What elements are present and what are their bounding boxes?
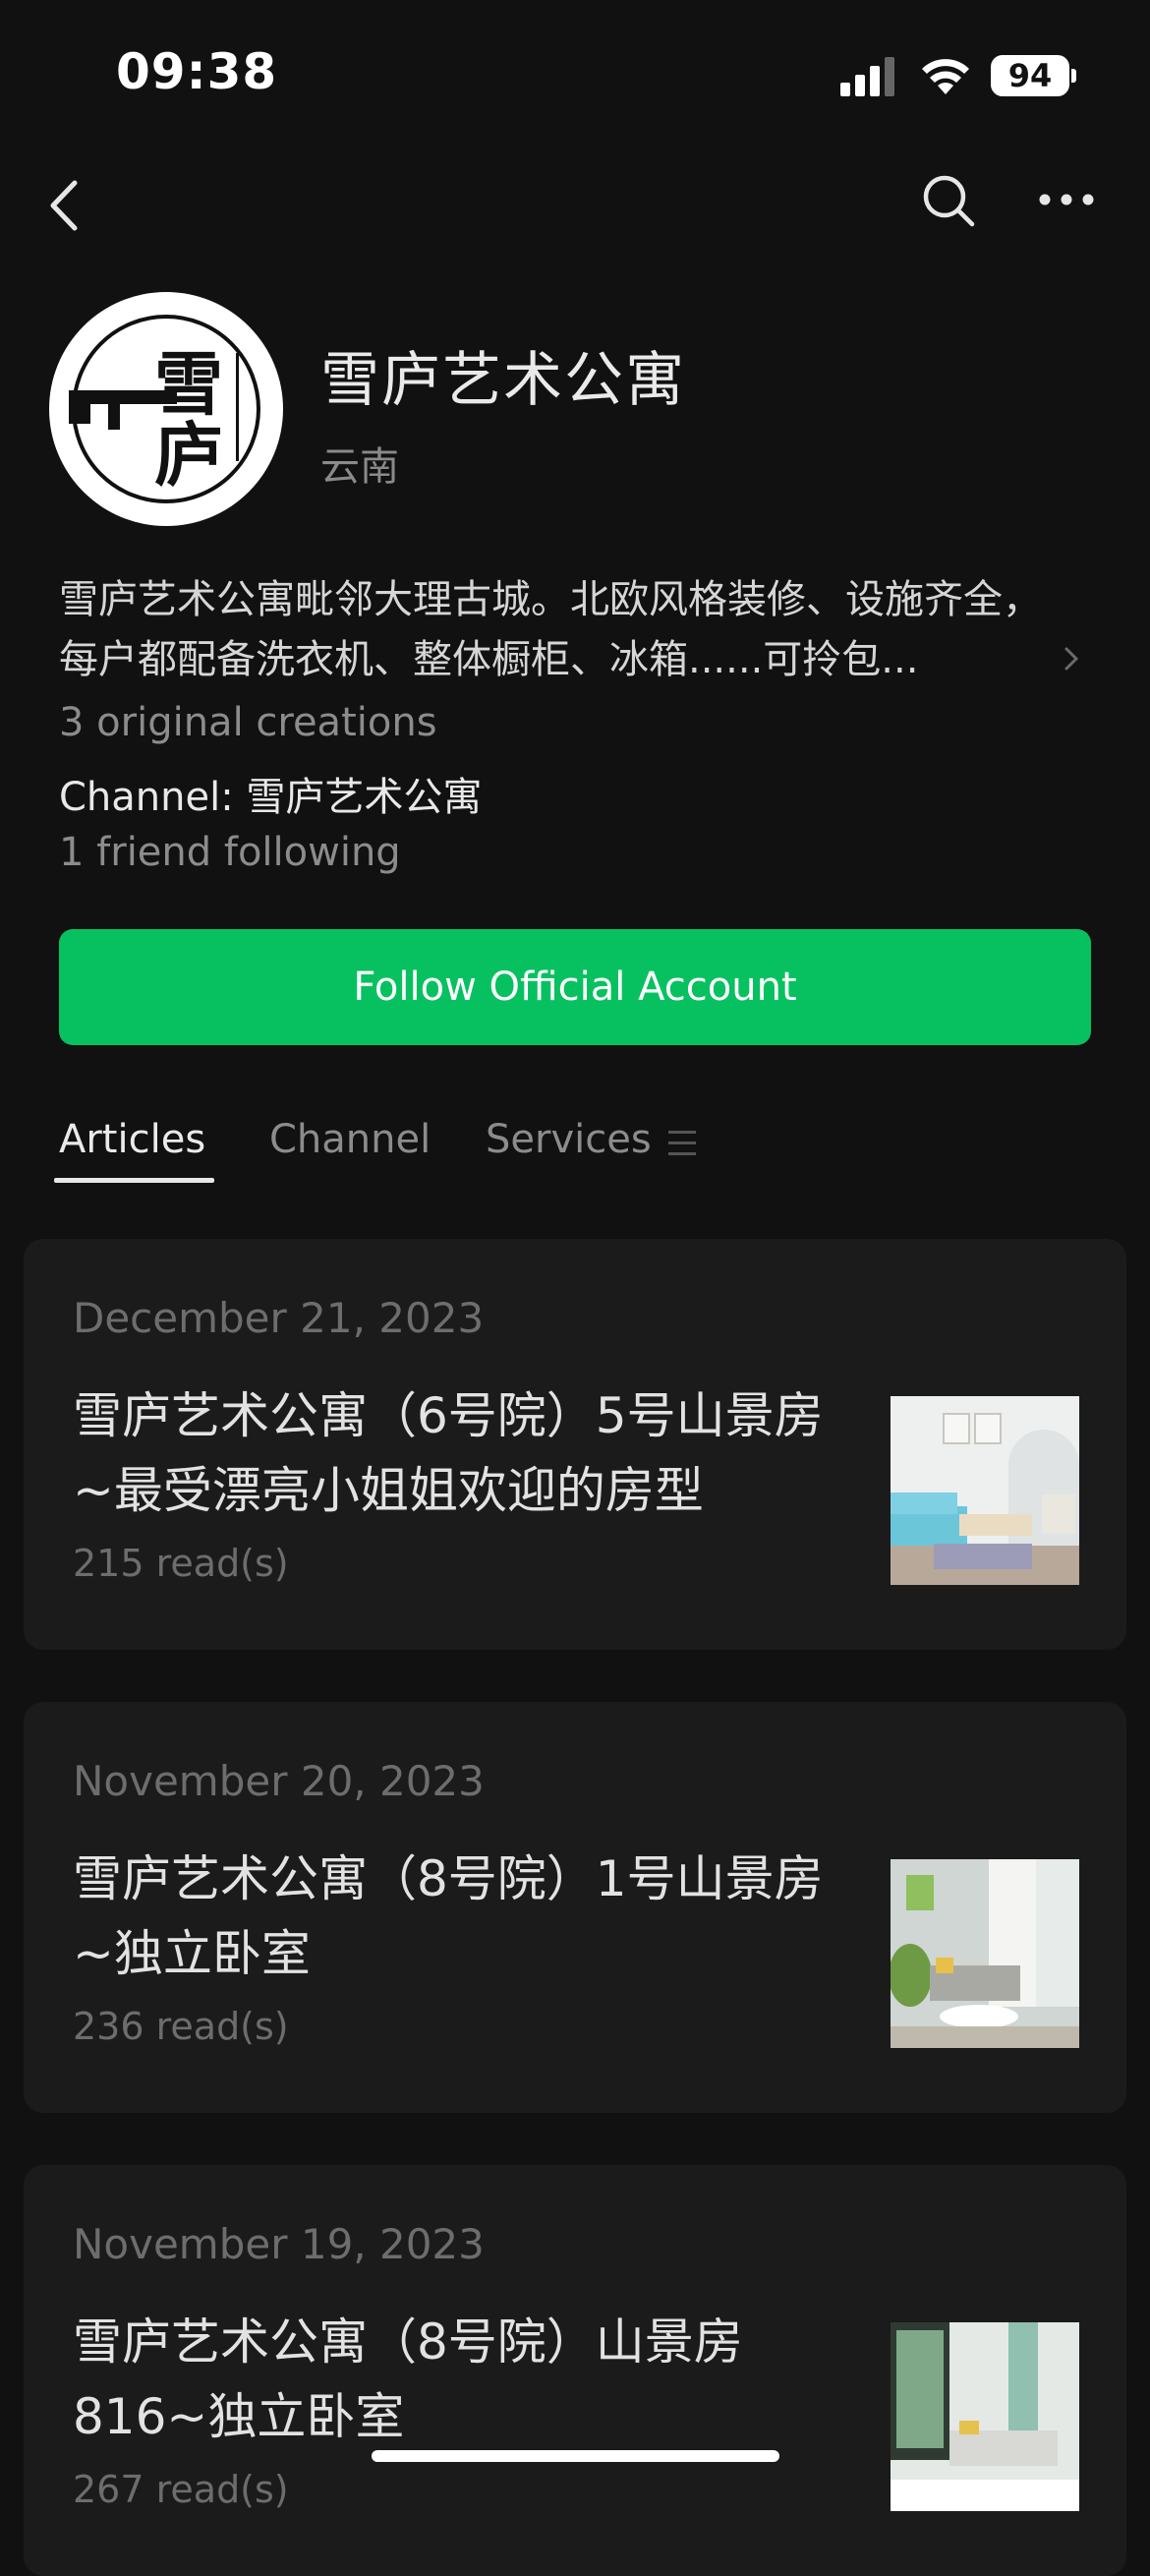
menu-icon[interactable] <box>668 1131 696 1156</box>
follow-button[interactable]: Follow Official Account <box>59 929 1091 1045</box>
article-title[interactable]: 雪庐艺术公寓（8号院）1号山景房~独立卧室 <box>73 1842 859 1991</box>
friends-following[interactable]: 1 friend following <box>59 830 401 875</box>
account-description[interactable]: 雪庐艺术公寓毗邻大理古城。北欧风格装修、设施齐全，每户都配备洗衣机、整体橱柜、冰… <box>59 570 1062 690</box>
back-chevron-icon[interactable] <box>39 169 88 234</box>
article-card[interactable]: November 19, 2023 雪庐艺术公寓（8号院）山景房816~独立卧室… <box>24 2165 1126 2576</box>
article-reads: 215 read(s) <box>73 1542 289 1585</box>
original-creations[interactable]: 3 original creations <box>59 700 437 745</box>
chevron-right-icon[interactable] <box>1062 641 1081 676</box>
wifi-icon <box>922 59 969 94</box>
active-tab-indicator <box>54 1178 214 1183</box>
tab-articles[interactable]: Articles <box>59 1117 205 1162</box>
tab-services[interactable]: Services <box>486 1117 652 1162</box>
account-name: 雪庐艺术公寓 <box>320 346 686 415</box>
signal-icon <box>840 57 897 96</box>
status-time: 09:38 <box>116 43 278 100</box>
account-avatar[interactable]: 雪 庐 <box>49 292 283 526</box>
article-thumbnail[interactable] <box>891 2322 1079 2511</box>
svg-text:庐: 庐 <box>154 414 223 496</box>
status-bar: 09:38 94 <box>0 0 1150 147</box>
article-thumbnail[interactable] <box>891 1396 1079 1585</box>
tab-channel[interactable]: Channel <box>269 1117 431 1162</box>
article-date: December 21, 2023 <box>73 1294 485 1342</box>
svg-text:雪: 雪 <box>154 343 223 425</box>
search-icon[interactable] <box>919 171 978 230</box>
home-indicator[interactable] <box>372 2450 779 2462</box>
article-title[interactable]: 雪庐艺术公寓（6号院）5号山景房~最受漂亮小姐姐欢迎的房型 <box>73 1378 859 1528</box>
article-thumbnail[interactable] <box>891 1859 1079 2048</box>
channel-link[interactable]: Channel: 雪庐艺术公寓 <box>59 765 482 822</box>
article-reads: 236 read(s) <box>73 2005 289 2048</box>
article-date: November 19, 2023 <box>73 2220 485 2268</box>
article-reads: 267 read(s) <box>73 2468 289 2511</box>
account-logo: 雪 庐 <box>56 299 276 519</box>
tab-bar: Articles Channel Services <box>0 1101 1150 1190</box>
article-title[interactable]: 雪庐艺术公寓（8号院）山景房816~独立卧室 <box>73 2305 859 2454</box>
account-region: 云南 <box>320 444 399 490</box>
nav-bar <box>0 157 1150 246</box>
article-card[interactable]: December 21, 2023 雪庐艺术公寓（6号院）5号山景房~最受漂亮小… <box>24 1239 1126 1650</box>
battery-icon: 94 <box>991 55 1069 96</box>
battery-tip <box>1071 69 1076 83</box>
article-date: November 20, 2023 <box>73 1757 485 1805</box>
article-card[interactable]: November 20, 2023 雪庐艺术公寓（8号院）1号山景房~独立卧室 … <box>24 1702 1126 2113</box>
more-icon[interactable] <box>1037 187 1096 212</box>
